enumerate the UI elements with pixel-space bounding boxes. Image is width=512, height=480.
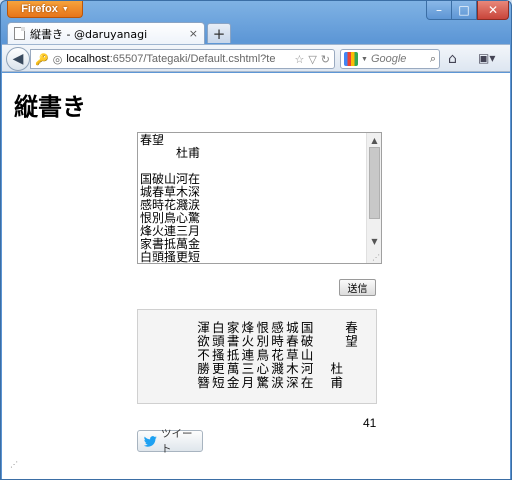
firefox-menu-label: Firefox xyxy=(21,3,58,15)
textarea-content[interactable]: 春望 杜甫 国破山河在 城春草木深 感時花濺涙 恨別鳥心驚 烽火連三月 家書抵萬… xyxy=(140,134,365,264)
history-dropdown-icon[interactable]: ▽ xyxy=(308,53,316,66)
globe-icon: ◎ xyxy=(52,53,63,66)
key-icon[interactable]: 🔑 xyxy=(35,53,49,66)
new-tab-button[interactable]: + xyxy=(207,23,231,43)
twitter-bird-icon xyxy=(144,435,157,447)
page-content: 縦書き 春望 杜甫 国破山河在 城春草木深 感時花濺涙 恨別鳥心驚 烽火連三月 … xyxy=(2,73,510,479)
scrollbar-thumb[interactable] xyxy=(369,147,380,219)
url-text[interactable]: localhost:65507/Tategaki/Default.cshtml?… xyxy=(66,53,290,65)
url-path: :65507/Tategaki/Default.cshtml?te xyxy=(109,53,276,65)
search-placeholder[interactable]: Google xyxy=(371,53,427,65)
back-button[interactable]: ◀ xyxy=(6,47,30,71)
reload-icon[interactable]: ↻ xyxy=(321,53,330,66)
vertical-text: 春望 杜甫 国破山河在 城春草木深 感時花濺涙 恨別鳥心驚 烽火連三月 家書抵萬… xyxy=(195,321,358,390)
tweet-label: ツイート xyxy=(161,428,193,455)
vertical-output-box: 春望 杜甫 国破山河在 城春草木深 感時花濺涙 恨別鳥心驚 烽火連三月 家書抵萬… xyxy=(137,309,377,404)
firefox-menu-button[interactable]: Firefox ▼ xyxy=(7,1,83,18)
bookmarks-menu-icon[interactable]: ▣▾ xyxy=(478,51,495,65)
page-favicon-icon xyxy=(14,27,25,40)
tab-title: 縦書き - @daruyanagi xyxy=(30,27,148,41)
textarea-scrollbar[interactable]: ▲ ▼ xyxy=(366,133,381,263)
url-bar[interactable]: 🔑 ◎ localhost:65507/Tategaki/Default.csh… xyxy=(30,49,335,69)
maximize-icon: □ xyxy=(458,3,470,17)
tab-close-icon[interactable]: × xyxy=(189,27,198,40)
character-count: 41 xyxy=(363,416,377,430)
close-icon: ✕ xyxy=(487,3,499,17)
search-icon[interactable]: ⌕ xyxy=(430,53,436,66)
submit-button[interactable]: 送信 xyxy=(339,279,376,296)
minimize-icon: – xyxy=(436,3,442,17)
navigation-toolbar: ◀ 🔑 ◎ localhost:65507/Tategaki/Default.c… xyxy=(2,44,510,72)
browser-tab[interactable]: 縦書き - @daruyanagi × xyxy=(7,22,205,44)
poem-textarea[interactable]: 春望 杜甫 国破山河在 城春草木深 感時花濺涙 恨別鳥心驚 烽火連三月 家書抵萬… xyxy=(137,132,382,264)
star-icon[interactable]: ☆ xyxy=(294,53,304,66)
minimize-button[interactable]: – xyxy=(426,1,452,20)
url-host: localhost xyxy=(66,53,110,65)
search-bar[interactable]: ▼ Google ⌕ xyxy=(340,49,440,69)
google-logo-icon[interactable] xyxy=(344,52,358,66)
scroll-up-icon[interactable]: ▲ xyxy=(367,133,381,147)
back-arrow-icon: ◀ xyxy=(12,51,24,67)
status-resize-icon: ⋰ xyxy=(10,460,18,469)
plus-icon: + xyxy=(212,24,226,43)
search-engine-dropdown-icon[interactable]: ▼ xyxy=(361,56,368,63)
scroll-down-icon[interactable]: ▼ xyxy=(367,234,381,248)
dropdown-arrow-icon: ▼ xyxy=(61,5,69,13)
home-icon[interactable]: ⌂ xyxy=(448,51,457,67)
close-window-button[interactable]: ✕ xyxy=(477,1,509,20)
maximize-button[interactable]: □ xyxy=(452,1,477,20)
page-title: 縦書き xyxy=(14,93,86,121)
tweet-button[interactable]: ツイート xyxy=(137,428,203,455)
browser-window: Firefox ▼ – □ ✕ 縦書き - @daruyanagi × + ◀ … xyxy=(0,0,512,480)
resize-grip-icon[interactable]: ⋰ xyxy=(372,253,380,262)
